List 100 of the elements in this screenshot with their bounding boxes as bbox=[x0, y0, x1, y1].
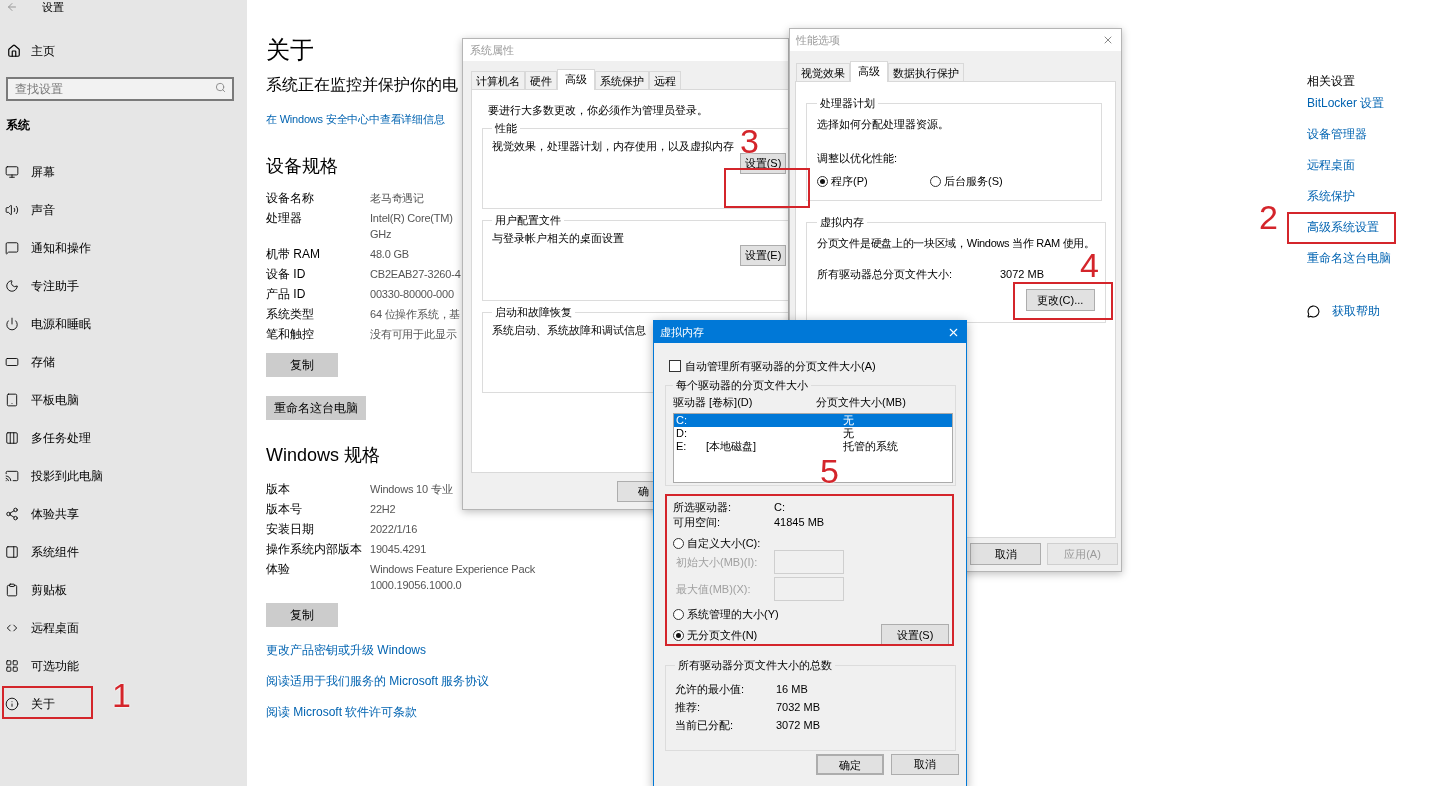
nav-item[interactable]: 电源和睡眠 bbox=[0, 305, 108, 343]
nav-item[interactable]: 多任务处理 bbox=[0, 419, 108, 457]
field-label: 初始大小(MB)(I): bbox=[675, 554, 759, 570]
dialog-button[interactable]: 取消 bbox=[970, 543, 1041, 565]
drive-row[interactable]: E: [本地磁盘] 托管的系统 bbox=[674, 440, 952, 453]
nav-item[interactable]: 系统组件 bbox=[0, 533, 108, 571]
nav-item[interactable]: 平板电脑 bbox=[0, 381, 108, 419]
link[interactable]: 阅读 Microsoft 软件许可条款 bbox=[266, 704, 418, 720]
total-label: 所有驱动器总分页文件大小: bbox=[817, 267, 954, 281]
dialog-button[interactable]: 确定 bbox=[816, 754, 884, 775]
speaker-icon bbox=[5, 203, 19, 217]
radio-button[interactable] bbox=[673, 608, 684, 620]
group-text: 视觉效果，处理器计划，内存使用，以及虚拟内存 bbox=[492, 139, 734, 153]
settings-button[interactable]: 设置(E) bbox=[740, 245, 786, 266]
input-field[interactable] bbox=[774, 577, 844, 601]
nav-item[interactable]: 存储 bbox=[0, 343, 108, 381]
drive-row[interactable]: C: 无 bbox=[674, 414, 952, 427]
spec-value: 没有可用于此显示 bbox=[370, 327, 457, 342]
spec-label: 操作系统内部版本 bbox=[266, 541, 363, 557]
related-link[interactable]: BitLocker 设置 bbox=[1307, 95, 1385, 111]
nav-item[interactable]: 剪贴板 bbox=[0, 571, 108, 609]
tab[interactable]: 远程 bbox=[649, 71, 681, 89]
cast-icon bbox=[5, 469, 19, 483]
related-link[interactable]: 设备管理器 bbox=[1307, 126, 1367, 142]
group-title: 启动和故障恢复 bbox=[494, 305, 573, 319]
spec-label: 系统类型 bbox=[266, 306, 315, 322]
radio-label: 系统管理的大小(Y) bbox=[687, 606, 779, 622]
spec-label: 笔和触控 bbox=[266, 326, 315, 342]
close-icon[interactable] bbox=[1102, 34, 1114, 46]
group-title: 每个驱动器的分页文件大小 bbox=[675, 378, 809, 392]
change-button[interactable]: 更改(C)... bbox=[1025, 289, 1095, 311]
spec-value: 老马奇遇记 bbox=[370, 191, 424, 206]
group-title: 用户配置文件 bbox=[494, 213, 562, 227]
link[interactable]: 阅读适用于我们服务的 Microsoft 服务协议 bbox=[266, 673, 490, 689]
spec-value: 22H2 bbox=[370, 502, 396, 517]
status-text: 系统正在监控并保护你的电 bbox=[266, 75, 458, 95]
search-icon bbox=[215, 82, 226, 93]
home-item[interactable]: 主页 bbox=[0, 41, 247, 61]
set-button[interactable]: 设置(S) bbox=[881, 624, 949, 646]
nav-item[interactable]: 关于 bbox=[0, 685, 108, 723]
related-link[interactable]: 重命名这台电脑 bbox=[1307, 250, 1391, 266]
ok-button[interactable]: 确 bbox=[617, 481, 654, 502]
link[interactable]: 更改产品密钥或升级 Windows bbox=[266, 642, 426, 658]
field-value: C: bbox=[774, 500, 785, 514]
copy-button[interactable]: 复制 bbox=[266, 603, 338, 627]
tab[interactable]: 视觉效果 bbox=[796, 63, 850, 81]
help-link[interactable]: 获取帮助 bbox=[1332, 303, 1380, 319]
share-icon bbox=[5, 507, 19, 521]
dialog-button[interactable]: 取消 bbox=[891, 754, 959, 775]
annotation-number: 4 bbox=[1080, 250, 1099, 281]
tab[interactable]: 高级 bbox=[850, 61, 888, 82]
section-heading: Windows 规格 bbox=[266, 444, 381, 466]
rectangle-icon bbox=[5, 355, 19, 369]
nav-item[interactable]: 专注助手 bbox=[0, 267, 108, 305]
moon-icon bbox=[5, 279, 19, 293]
nav-item[interactable]: 体验共享 bbox=[0, 495, 108, 533]
copy-button[interactable]: 复制 bbox=[266, 353, 338, 377]
search-field[interactable]: 查找设置 bbox=[6, 77, 234, 101]
nav-item[interactable]: 屏幕 bbox=[0, 153, 108, 191]
related-link[interactable]: 高级系统设置 bbox=[1307, 219, 1379, 235]
group-text: 与登录帐户相关的桌面设置 bbox=[492, 231, 624, 245]
rename-button[interactable]: 重命名这台电脑 bbox=[266, 396, 366, 420]
nav-item[interactable]: 通知和操作 bbox=[0, 229, 108, 267]
group-title: 性能 bbox=[494, 121, 518, 135]
total-value: 3072 MB bbox=[776, 718, 821, 732]
group-title: 所有驱动器分页文件大小的总数 bbox=[677, 658, 833, 672]
nav-item[interactable]: 声音 bbox=[0, 191, 108, 229]
drive-row[interactable]: D: 无 bbox=[674, 427, 952, 440]
nav-item[interactable]: 投影到此电脑 bbox=[0, 457, 108, 495]
grid-icon bbox=[5, 659, 19, 673]
spec-label: 版本号 bbox=[266, 501, 303, 517]
help-icon bbox=[1307, 304, 1320, 318]
tab[interactable]: 数据执行保护 bbox=[888, 63, 964, 81]
group-text: 分页文件是硬盘上的一块区域，Windows 当作 RAM 使用。 bbox=[817, 236, 1095, 250]
dialog-title: 系统属性 bbox=[470, 42, 514, 58]
related-link[interactable]: 系统保护 bbox=[1307, 188, 1355, 204]
tab[interactable]: 硬件 bbox=[525, 71, 557, 89]
radio-button[interactable] bbox=[817, 175, 828, 187]
info-icon bbox=[5, 697, 19, 711]
related-link[interactable]: 远程桌面 bbox=[1307, 157, 1355, 173]
tab[interactable]: 高级 bbox=[557, 69, 595, 90]
radio-button[interactable] bbox=[673, 537, 684, 549]
radio-label: 无分页文件(N) bbox=[687, 627, 758, 643]
field-value: 41845 MB bbox=[774, 515, 825, 529]
total-value: 16 MB bbox=[776, 682, 808, 696]
spec-value: Intel(R) Core(TM) GHz bbox=[370, 211, 453, 242]
dialog-title: 虚拟内存 bbox=[660, 324, 704, 340]
tab[interactable]: 系统保护 bbox=[595, 71, 649, 89]
security-link[interactable]: 在 Windows 安全中心中查看详细信息 bbox=[266, 111, 445, 127]
section-heading: 系统 bbox=[6, 117, 31, 133]
checkbox[interactable] bbox=[669, 360, 681, 372]
tab[interactable]: 计算机名 bbox=[471, 71, 525, 89]
input-field[interactable] bbox=[774, 550, 844, 574]
spec-label: 设备 ID bbox=[266, 266, 307, 282]
radio-button[interactable] bbox=[673, 629, 684, 641]
nav-item[interactable]: 远程桌面 bbox=[0, 609, 108, 647]
page-title: 关于 bbox=[266, 36, 314, 64]
panel-icon bbox=[5, 545, 19, 559]
nav-item[interactable]: 可选功能 bbox=[0, 647, 108, 685]
radio-button[interactable] bbox=[930, 175, 941, 187]
